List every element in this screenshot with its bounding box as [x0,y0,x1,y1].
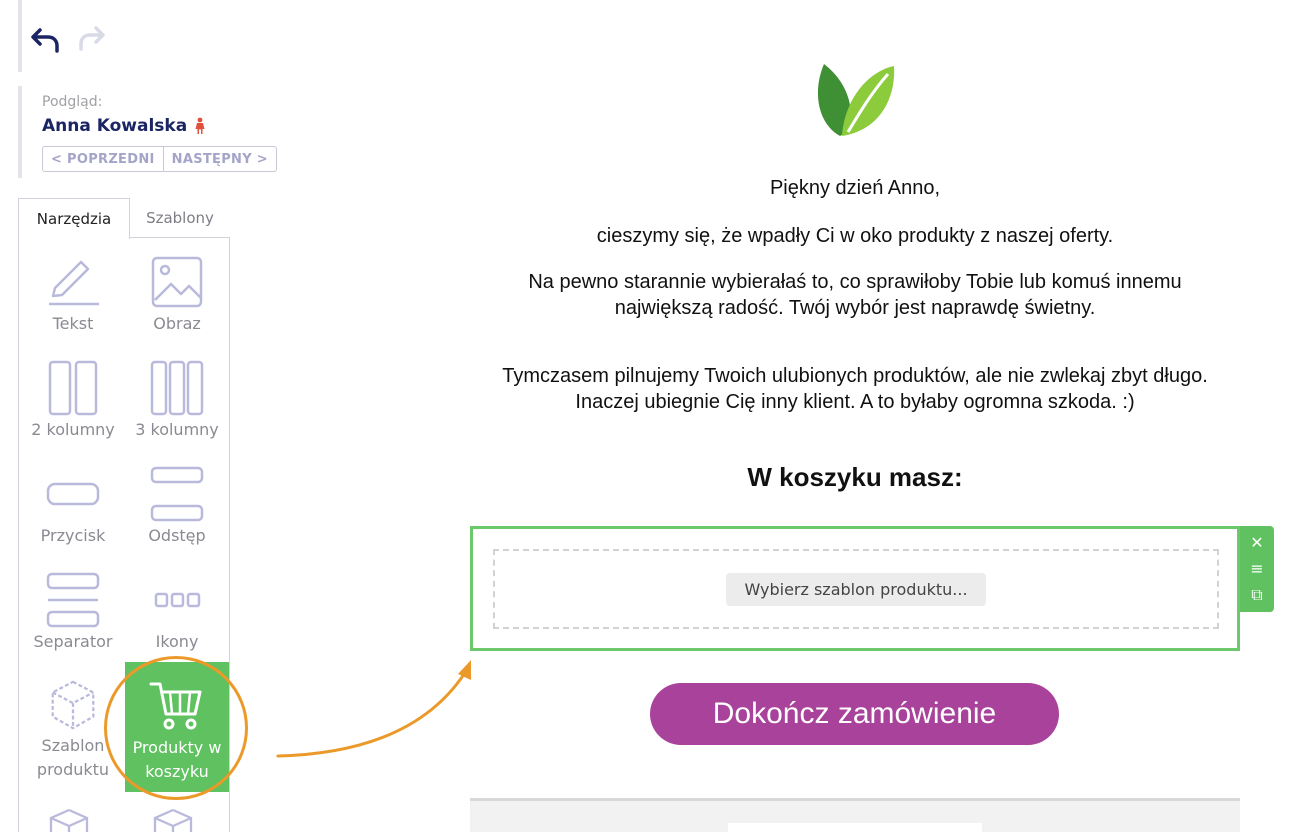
tool-label: Szablon produktu [36,736,110,779]
female-person-icon [193,117,207,135]
recipient-name: Anna Kowalska [42,116,188,136]
body-text-2b: Inaczej ubiegnie Cię inny klient. A to b… [575,391,1135,413]
footer-content [728,823,982,832]
tool-button[interactable]: Przycisk [21,450,125,554]
image-icon [151,256,203,308]
tool-label: Produkty w koszyku [132,738,222,781]
body-text-1a: Na pewno starannie wybierałaś to, co spr… [528,271,1182,293]
intro-text: cieszymy się, że wpadły Ci w oko produkt… [596,225,1114,247]
panel-tabs: Narzędzia Szablony [18,198,230,239]
tool-three-columns[interactable]: 3 kolumny [125,344,229,448]
greeting-text: Piękny dzień Anno, [769,177,941,199]
product-block[interactable]: Wybierz szablon produktu... [470,526,1240,651]
undo-icon[interactable] [30,24,62,56]
pencil-icon [49,260,99,306]
cart-icon [149,682,202,730]
tool-spacer[interactable]: Odstęp [125,450,229,554]
tab-tools[interactable]: Narzędzia [18,198,130,239]
editor-page: Podgląd: Anna Kowalska < POPRZEDNI NASTĘ… [0,0,1296,832]
tab-templates[interactable]: Szablony [130,198,230,238]
email-canvas: Piękny dzień Anno, cieszymy się, że wpad… [470,0,1240,832]
tool-product-template[interactable]: Szablon produktu [21,662,125,782]
preview-pager: < POPRZEDNI NASTĘPNY > [42,146,277,172]
tool-label: Odstęp [148,526,206,545]
box-icon [47,806,91,832]
button-icon [46,482,100,506]
tool-text[interactable]: Tekst [21,238,125,342]
toolbar-divider [18,0,22,72]
tool-label: Tekst [52,314,94,333]
box-icon [151,806,195,832]
copy-icon[interactable]: ⧉ [1251,586,1262,604]
preview-recipient: Anna Kowalska [42,116,207,136]
cart-heading: W koszyku masz: [747,462,963,492]
three-columns-icon [150,360,204,416]
tools-panel: Tekst Obraz 2 kolumny 3 kolumny Przycisk… [18,238,230,832]
body-text-1b: największą radość. Twój wybór jest napra… [614,297,1096,319]
preview-label: Podgląd: [42,94,103,110]
icons-icon [154,592,201,608]
tool-image[interactable]: Obraz [125,238,229,342]
tool-separator[interactable]: Separator [21,556,125,660]
tool-cart-products[interactable]: Produkty w koszyku [125,662,229,792]
box-icon [51,680,95,730]
drag-arrow-icon [276,660,471,758]
tool-label: Separator [33,632,113,651]
body-text-2a: Tymczasem pilnujemy Twoich ulubionych pr… [502,365,1208,387]
block-actions: ✕ ≡ ⧉ [1240,526,1274,612]
tool-label: 2 kolumny [31,420,115,439]
tool-two-columns[interactable]: 2 kolumny [21,344,125,448]
tool-icons[interactable]: Ikony [125,556,229,660]
tool-label: 3 kolumny [135,420,219,439]
product-dropzone[interactable]: Wybierz szablon produktu... [493,549,1219,629]
select-product-template-button[interactable]: Wybierz szablon produktu... [726,572,986,606]
tool-label: Obraz [153,314,201,333]
spacer-icon [150,466,204,522]
preview-divider [18,86,22,178]
redo-icon[interactable] [78,24,110,56]
next-button[interactable]: NASTĘPNY > [164,147,276,171]
previous-button[interactable]: < POPRZEDNI [43,147,164,171]
email-footer [470,798,1240,832]
two-columns-icon [48,360,98,416]
close-icon[interactable]: ✕ [1250,534,1263,552]
tool-label: Przycisk [40,526,106,545]
menu-icon[interactable]: ≡ [1250,560,1263,578]
finish-order-button[interactable]: Dokończ zamówienie [650,683,1059,745]
separator-icon [46,572,100,628]
leaf-logo-icon [814,62,896,143]
tool-label: Ikony [155,632,199,651]
